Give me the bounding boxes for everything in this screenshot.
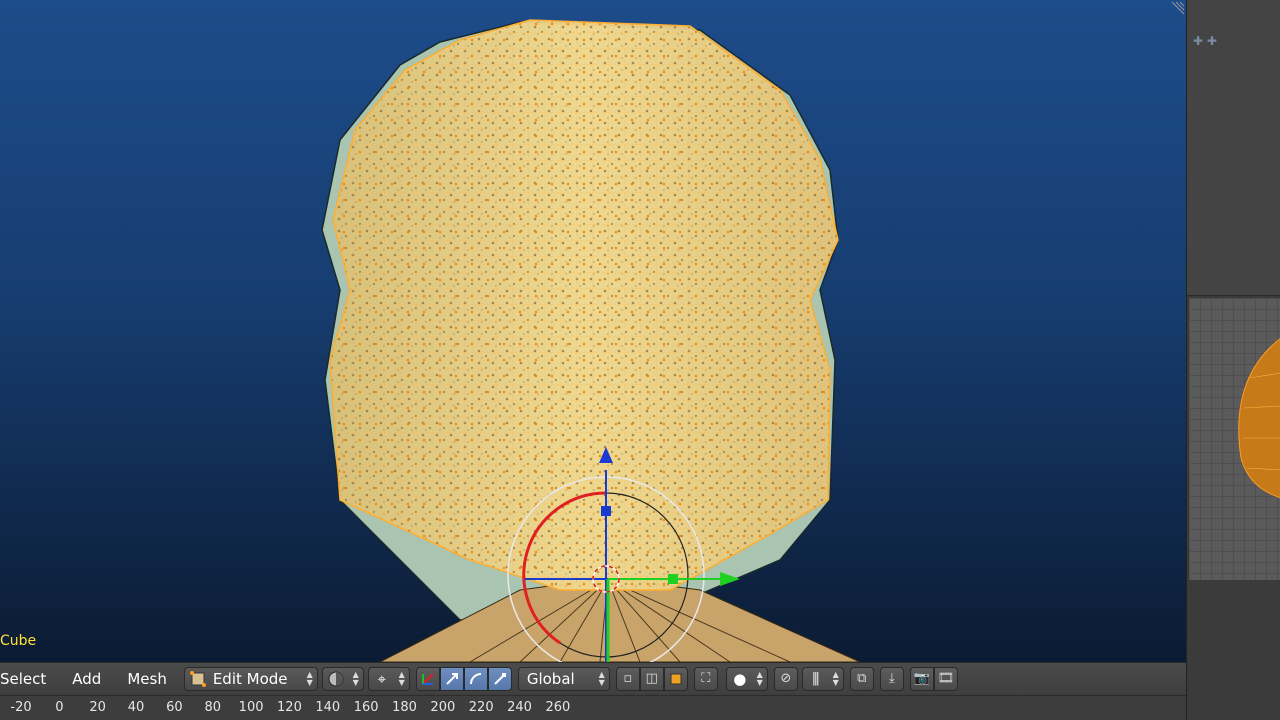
timeline-tick-label: 200 [430,700,456,715]
dropdown-arrows-icon: ▲ ▼ [352,669,359,687]
add-menu[interactable]: Add [59,663,114,695]
edge-select-icon[interactable]: ◫ [639,666,664,691]
timeline-tick-label: 60 [166,700,183,715]
edit-mode-icon [189,670,207,688]
translate-icon[interactable] [439,666,464,691]
snap-icon[interactable]: ⊘ [773,666,798,691]
rotate-icon[interactable] [463,666,488,691]
timeline-tick-label: 40 [127,700,145,715]
proportional-edit-icon: ● [733,669,747,688]
timeline-tick-label: 100 [238,700,264,715]
viewport-shading-icon [327,670,345,688]
snap-element-selector[interactable]: ⫼ ▲ ▼ [801,666,844,691]
timeline-tick-label: 20 [89,700,106,715]
timeline-tick-label: 140 [315,700,341,715]
mesh-menu[interactable]: Mesh [114,663,180,695]
snap-element-icon: ⫼ [812,669,820,688]
timeline-tick-label: -20 [10,700,32,715]
timeline-tick-label: 240 [507,700,532,715]
timeline-tick-label: 0 [55,700,64,715]
snap-group: ⊘ [773,666,798,691]
panel-add-icon[interactable]: ✚ ✚ [1193,34,1217,48]
layer-paste-group: ⤓ [879,666,904,691]
dropdown-arrows-icon: ▲ ▼ [306,669,313,687]
pivot-point-selector[interactable]: ⌖ ▲ ▼ [367,666,410,691]
viewport-header: Select Add Mesh Edit Mode ▲ ▼ ▲ ▼ ⌖ ▲ ▼ G [0,662,1186,694]
proportional-edit-selector[interactable]: ● ▲ ▼ [725,666,768,691]
manipulator-group [415,666,512,691]
side-bottom-panel [1187,582,1280,720]
limit-selection-group: ⛶ [693,666,718,691]
mode-selector[interactable]: Edit Mode ▲ ▼ [183,666,318,691]
side-properties-panel: ✚ ✚ [1187,0,1280,296]
mesh-scene [321,19,861,662]
uv-editor-view[interactable] [1189,298,1280,580]
mode-label: Edit Mode [212,669,288,688]
scale-icon[interactable] [487,666,512,691]
dropdown-arrows-icon: ▲ ▼ [832,669,839,687]
area-split-handle[interactable] [1170,0,1186,16]
uv-mesh [1238,338,1280,499]
render-group: 📷 🎞 [909,666,958,691]
transform-orientation-selector[interactable]: Global ▲ ▼ [517,666,610,691]
select-menu[interactable]: Select [0,663,59,695]
timeline-tick-label: 120 [277,700,302,715]
dropdown-arrows-icon: ▲ ▼ [398,669,405,687]
limit-selection-icon[interactable]: ⛶ [693,666,718,691]
select-mode-group: ▫ ◫ [615,666,688,691]
layer-copy-group: ⧉ [849,666,874,691]
render-icon[interactable]: 📷 [909,666,934,691]
vertex-select-icon[interactable]: ▫ [615,666,640,691]
transform-orientation-label: Global [526,669,575,688]
dropdown-arrows-icon: ▲ ▼ [756,669,763,687]
paste-icon[interactable]: ⤓ [879,666,904,691]
dropdown-arrows-icon: ▲ ▼ [598,669,605,687]
manipulator-icon[interactable] [415,666,440,691]
timeline-tick-label: 80 [204,700,222,715]
render-animation-icon[interactable]: 🎞 [933,666,958,691]
3d-viewport[interactable]: Cube [0,0,1186,662]
pivot-point-icon: ⌖ [377,669,387,688]
timeline-ruler[interactable]: -20 0 20 40 60 80 100 120 140 160 180 200 220 240 260 [0,695,1186,720]
face-select-icon[interactable] [663,666,688,691]
timeline-tick-label: 260 [545,700,571,715]
active-object-name: Cube [0,633,37,649]
copy-icon[interactable]: ⧉ [849,666,874,691]
timeline-tick-label: 220 [468,700,494,715]
timeline-tick-label: 160 [353,700,379,715]
viewport-shading-selector[interactable]: ▲ ▼ [321,666,364,691]
timeline-tick-label: 180 [392,700,417,715]
side-editor-area: ✚ ✚ [1186,0,1280,720]
